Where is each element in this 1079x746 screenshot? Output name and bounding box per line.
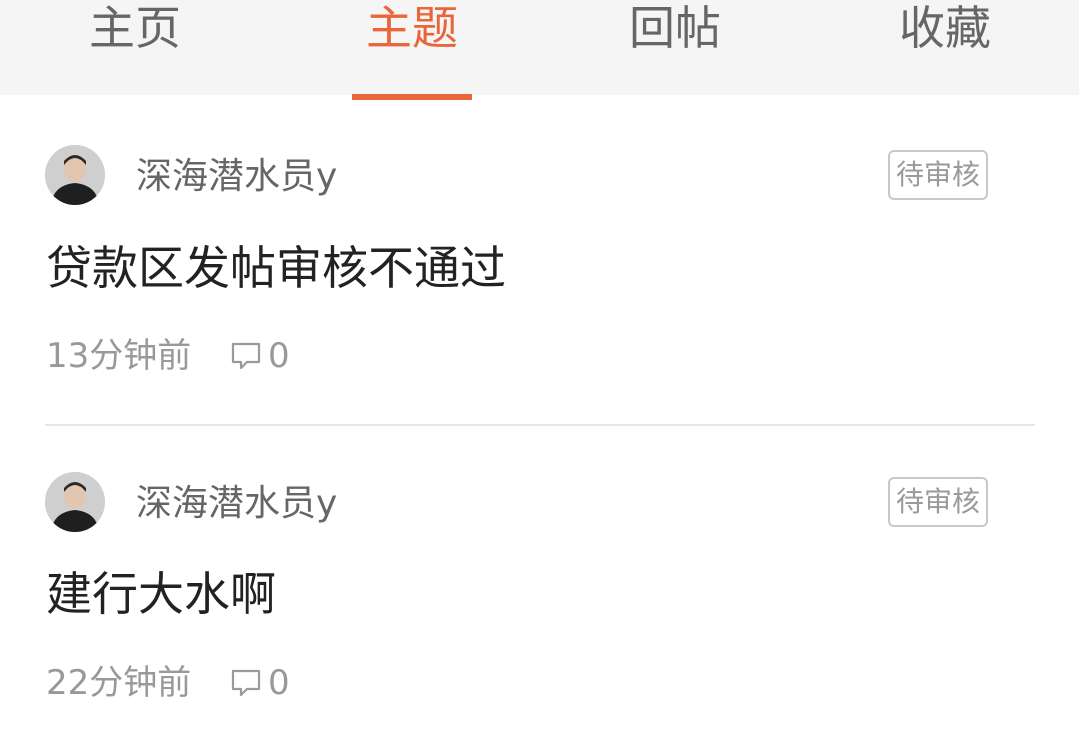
post-title[interactable]: 贷款区发帖审核不通过 <box>46 240 506 296</box>
avatar[interactable] <box>45 472 105 532</box>
active-tab-indicator <box>352 94 472 100</box>
user-avatar-icon <box>45 145 105 205</box>
post-time: 22分钟前 <box>46 663 192 703</box>
comment-count-value: 0 <box>268 336 290 376</box>
tab-favorites[interactable]: 收藏 <box>825 0 1065 95</box>
author-name[interactable]: 深海潜水员y <box>136 482 337 526</box>
divider <box>45 424 1035 426</box>
status-badge: 待审核 <box>888 477 988 527</box>
tab-replies-label: 回帖 <box>629 1 721 55</box>
tab-replies[interactable]: 回帖 <box>555 0 795 95</box>
user-avatar-icon <box>45 472 105 532</box>
comment-count[interactable]: 0 <box>230 335 290 377</box>
post-title[interactable]: 建行大水啊 <box>46 566 276 622</box>
tab-favorites-label: 收藏 <box>899 1 991 55</box>
tab-topics[interactable]: 主题 <box>292 0 532 95</box>
tab-bar: 主页 主题 回帖 收藏 <box>0 0 1079 95</box>
tab-home-label: 主页 <box>89 1 181 55</box>
status-badge: 待审核 <box>888 150 988 200</box>
comment-count[interactable]: 0 <box>230 662 290 704</box>
comment-count-value: 0 <box>268 663 290 703</box>
comment-icon <box>231 342 261 370</box>
author-name[interactable]: 深海潜水员y <box>136 155 337 199</box>
tab-topics-label: 主题 <box>366 1 458 55</box>
avatar[interactable] <box>45 145 105 205</box>
tab-home[interactable]: 主页 <box>15 0 255 95</box>
comment-icon <box>231 669 261 697</box>
post-time: 13分钟前 <box>46 336 192 376</box>
